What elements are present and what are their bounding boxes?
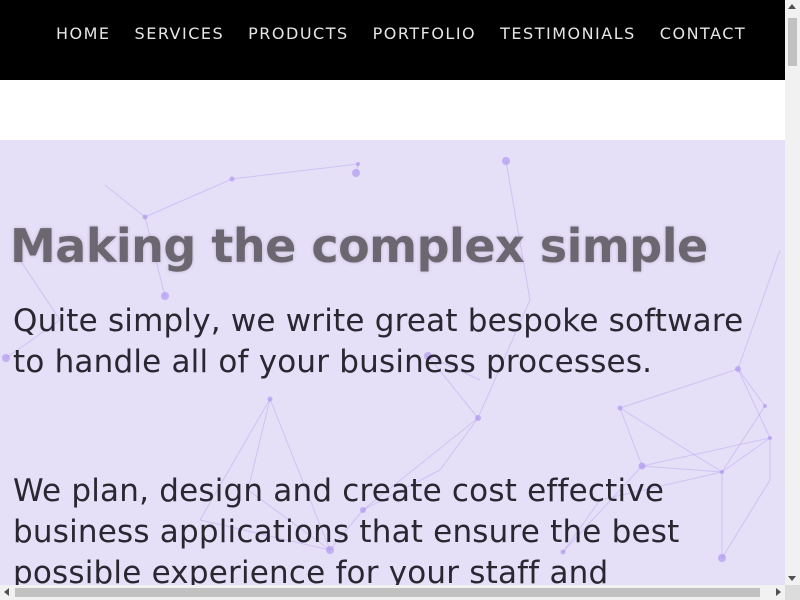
- hero-heading: Making the complex simple: [10, 219, 708, 273]
- vertical-scrollbar-thumb[interactable]: [788, 18, 797, 66]
- page-viewport: HOME SERVICES PRODUCTS PORTFOLIO TESTIMO…: [0, 0, 785, 585]
- vertical-scrollbar[interactable]: [785, 0, 800, 585]
- scroll-left-arrow-icon[interactable]: [4, 588, 9, 596]
- top-navigation-bar: HOME SERVICES PRODUCTS PORTFOLIO TESTIMO…: [0, 0, 785, 80]
- scroll-down-arrow-icon[interactable]: [788, 576, 796, 581]
- horizontal-scrollbar[interactable]: [0, 585, 785, 600]
- horizontal-scrollbar-thumb[interactable]: [15, 588, 760, 597]
- scroll-up-arrow-icon[interactable]: [788, 4, 796, 9]
- hero-section: Making the complex simple Quite simply, …: [0, 140, 785, 585]
- nav-item-home[interactable]: HOME: [56, 24, 111, 44]
- nav-item-products[interactable]: PRODUCTS: [248, 24, 349, 44]
- hero-paragraph-2: We plan, design and create cost effectiv…: [13, 473, 680, 585]
- nav-item-portfolio[interactable]: PORTFOLIO: [373, 24, 477, 44]
- nav-menu: HOME SERVICES PRODUCTS PORTFOLIO TESTIMO…: [56, 24, 746, 44]
- nav-item-testimonials[interactable]: TESTIMONIALS: [500, 24, 636, 44]
- nav-item-contact[interactable]: CONTACT: [660, 24, 746, 44]
- nav-item-services[interactable]: SERVICES: [135, 24, 225, 44]
- scrollbar-corner: [785, 585, 800, 600]
- hero-paragraph-1: Quite simply, we write great bespoke sof…: [13, 303, 744, 380]
- scroll-right-arrow-icon[interactable]: [776, 588, 781, 596]
